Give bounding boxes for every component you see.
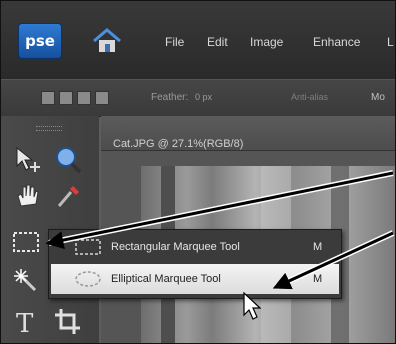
rectangular-marquee-icon — [75, 239, 101, 255]
home-icon[interactable] — [91, 26, 123, 56]
subtract-selection-icon[interactable] — [77, 91, 91, 105]
menu-layer[interactable]: L — [387, 35, 394, 49]
menu-enhance[interactable]: Enhance — [313, 35, 360, 49]
app-window: pse File Edit Image Enhance L Feather: 0… — [0, 0, 396, 344]
elliptical-marquee-icon — [75, 271, 101, 287]
menu-bar: pse File Edit Image Enhance L — [1, 1, 395, 79]
magic-wand-tool-icon[interactable] — [11, 266, 45, 298]
mode-label[interactable]: Mo — [371, 92, 385, 103]
options-bar: Feather: 0 px Anti-alias Mo — [1, 79, 395, 117]
menu-file[interactable]: File — [165, 35, 184, 49]
feather-label: Feather: — [151, 92, 189, 103]
pse-logo[interactable]: pse — [19, 24, 61, 58]
document-tab[interactable]: Cat.JPG @ 27.1%(RGB/8) — [101, 116, 395, 151]
menu-edit[interactable]: Edit — [207, 35, 228, 49]
svg-text:T: T — [16, 309, 34, 338]
feather-field[interactable]: 0 px — [195, 92, 212, 102]
rectangular-marquee-tool-icon[interactable] — [9, 226, 43, 258]
flyout-item-elliptical-marquee[interactable]: Elliptical Marquee Tool M — [51, 264, 339, 294]
menu-image[interactable]: Image — [250, 35, 283, 49]
type-tool-icon[interactable]: T — [11, 306, 45, 338]
toolbox-grip[interactable] — [36, 126, 62, 131]
flyout-item-rectangular-marquee[interactable]: Rectangular Marquee Tool M — [51, 232, 339, 262]
new-selection-icon[interactable] — [41, 91, 55, 105]
antialias-checkbox-label[interactable]: Anti-alias — [291, 92, 328, 102]
document-title: Cat.JPG @ 27.1%(RGB/8) — [113, 138, 244, 150]
crop-tool-icon[interactable] — [51, 306, 85, 338]
flyout-item-shortcut: M — [313, 241, 323, 253]
flyout-item-label: Rectangular Marquee Tool — [111, 241, 240, 253]
move-tool-icon[interactable] — [11, 144, 45, 176]
hand-tool-icon[interactable] — [11, 180, 45, 212]
flyout-item-label: Elliptical Marquee Tool — [111, 273, 221, 285]
eyedropper-tool-icon[interactable] — [51, 180, 85, 212]
marquee-tool-flyout: Rectangular Marquee Tool M Elliptical Ma… — [48, 229, 342, 299]
add-selection-icon[interactable] — [59, 91, 73, 105]
intersect-selection-icon[interactable] — [95, 91, 109, 105]
flyout-item-shortcut: M — [313, 273, 323, 285]
zoom-tool-icon[interactable] — [51, 144, 85, 176]
